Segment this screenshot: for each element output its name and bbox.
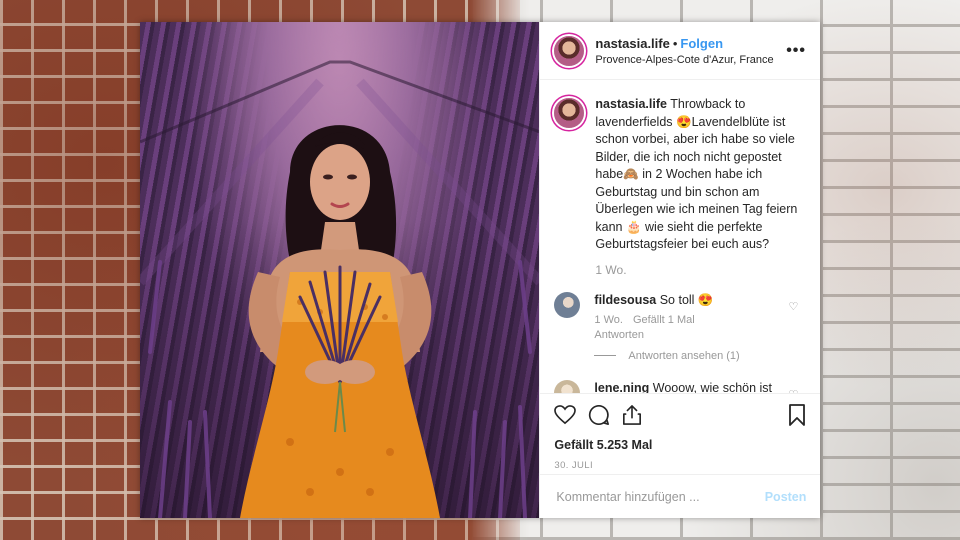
- user-avatar[interactable]: [554, 35, 585, 66]
- heart-icon[interactable]: [554, 405, 577, 425]
- comment-input[interactable]: [554, 488, 765, 505]
- post-header: nastasia.life • Folgen Provence-Alpes-Cote…: [540, 22, 820, 80]
- post-comment-button[interactable]: Posten: [765, 490, 807, 504]
- comment-meta: 1 Wo. Gefällt 1 Mal Antworten: [594, 313, 784, 344]
- comments-section: nastasia.life Throwback to lavenderfield…: [540, 81, 820, 393]
- username-link[interactable]: nastasia.life: [595, 36, 669, 51]
- caption-username[interactable]: nastasia.life: [595, 97, 667, 111]
- comment-text: So toll 😍: [659, 293, 714, 308]
- caption-text: Throwback to lavenderfields 😍Lavendelblü…: [595, 97, 798, 251]
- header-text: nastasia.life • Folgen Provence-Alpes-Cote…: [595, 34, 773, 68]
- add-comment-bar: Posten: [540, 474, 821, 518]
- share-icon[interactable]: [622, 404, 642, 426]
- comment-icon[interactable]: [588, 404, 610, 426]
- post-photo[interactable]: [140, 22, 540, 518]
- caption-body: nastasia.life Throwback to lavenderfield…: [595, 96, 806, 278]
- lavender-portrait-illustration: [140, 60, 540, 518]
- caption-avatar[interactable]: [554, 98, 585, 128]
- comment-item: fildesousa So toll 😍 1 Wo. Gefällt 1 Mal …: [540, 292, 820, 343]
- comment-body: fildesousa So toll 😍 1 Wo. Gefällt 1 Mal …: [594, 292, 784, 343]
- reply-button[interactable]: Antworten: [594, 328, 774, 343]
- follow-button[interactable]: Folgen: [680, 36, 723, 51]
- comment-time[interactable]: 1 Wo.: [594, 314, 623, 326]
- comment-item: lene.ning Wooow, wie schön ist das Bild …: [540, 379, 820, 393]
- separator-dot: •: [672, 35, 678, 51]
- comment-body: lene.ning Wooow, wie schön ist das Bild …: [594, 380, 784, 393]
- commenter-avatar[interactable]: [554, 292, 581, 319]
- likes-count[interactable]: Gefällt 5.253 Mal: [554, 438, 806, 452]
- bookmark-icon[interactable]: [788, 404, 806, 426]
- action-bar: Gefällt 5.253 Mal 30. JULI: [540, 393, 821, 471]
- view-replies-button[interactable]: Antworten ansehen (1): [594, 350, 820, 362]
- comment-heart-icon[interactable]: ♡: [789, 300, 799, 313]
- caption-timestamp[interactable]: 1 Wo.: [595, 262, 806, 279]
- more-icon[interactable]: •••: [786, 42, 806, 60]
- post-date[interactable]: 30. JULI: [554, 460, 806, 471]
- post-sidebar: nastasia.life • Folgen Provence-Alpes-Cote…: [539, 22, 821, 518]
- commenter-avatar[interactable]: [554, 379, 581, 393]
- action-icons: [554, 404, 806, 426]
- comment-username[interactable]: lene.ning: [594, 381, 649, 393]
- caption: nastasia.life Throwback to lavenderfield…: [540, 81, 820, 278]
- comment-likes[interactable]: Gefällt 1 Mal: [633, 314, 695, 326]
- location-link[interactable]: Provence-Alpes-Cote d'Azur, France: [595, 54, 773, 68]
- instagram-post: nastasia.life • Folgen Provence-Alpes-Cote…: [140, 22, 821, 518]
- comment-username[interactable]: fildesousa: [594, 293, 656, 307]
